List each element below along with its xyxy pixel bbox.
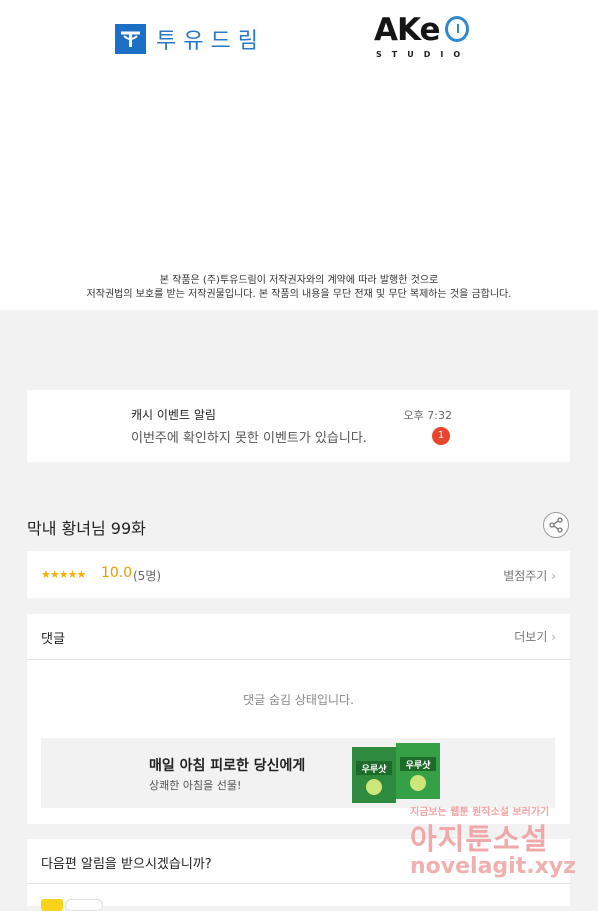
rating-stars: ★★★★★	[41, 568, 86, 581]
tudream-logo-text: 투유드림	[156, 29, 265, 54]
comments-card: 댓글 더보기 › 댓글 숨김 상태입니다. 매일 아침 피로한 당신에게 상쾌한…	[27, 614, 570, 824]
episode-title: 막내 황녀님 99화	[27, 519, 146, 538]
tudream-logo: 투유드림	[115, 23, 265, 55]
ad-title: 매일 아침 피로한 당신에게	[149, 758, 306, 774]
akeo-logo-text: AKe	[374, 12, 440, 48]
akeo-logo-o	[445, 16, 469, 42]
comments-header: 댓글	[41, 632, 65, 647]
tudream-logo-mark	[115, 24, 146, 54]
notification-message: 이번주에 확인하지 못한 이벤트가 있습니다.	[131, 431, 367, 446]
rate-button-label: 별점주기	[503, 569, 548, 583]
notification-badge: 1	[432, 427, 450, 445]
rate-button[interactable]: 별점주기 ›	[503, 567, 556, 584]
comments-hidden-message: 댓글 숨김 상태입니다.	[243, 693, 354, 707]
comments-divider	[27, 659, 570, 660]
watermark-url: novelagit.xyz	[410, 854, 576, 879]
content-footer-area: 투유드림 AKe STUDIO 본 작품은 (주)투유드림이 저작권자와의 계약…	[0, 0, 598, 310]
watermark-title: 아지툰소설	[410, 822, 549, 856]
svg-text:우루샷: 우루샷	[406, 759, 432, 771]
chevron-right-icon: ›	[551, 569, 556, 583]
ad-product-image: 우루샷 우루샷	[352, 743, 440, 803]
advertisement-banner[interactable]: 매일 아침 피로한 당신에게 상쾌한 아침을 선물! 우루샷 우루샷	[41, 738, 555, 808]
next-episode-question: 다음편 알림을 받으시겠습니까?	[41, 857, 212, 872]
chevron-right-icon: ›	[551, 630, 556, 644]
ad-subtitle: 상쾌한 아침을 선물!	[149, 779, 242, 792]
akeo-studio-logo: AKe STUDIO	[374, 12, 474, 62]
rating-count: (5명)	[133, 569, 162, 583]
rating-score: 10.0	[101, 565, 133, 581]
share-icon	[549, 517, 563, 533]
notification-toggle[interactable]	[41, 899, 103, 911]
notification-title: 캐시 이벤트 알림	[131, 408, 216, 422]
site-watermark: 지금보는 웹툰 원작소설 보러가기 아지툰소설 novelagit.xyz	[410, 803, 585, 893]
comments-more-link[interactable]: 더보기 ›	[514, 628, 556, 645]
akeo-logo-studio: STUDIO	[376, 50, 471, 59]
copyright-line-1: 본 작품은 (주)투유드림이 저작권자와의 계약에 따라 발행한 것으로	[159, 275, 439, 286]
share-button[interactable]	[543, 512, 569, 538]
rating-card: ★★★★★ 10.0 (5명) 별점주기 ›	[27, 551, 570, 598]
toggle-track	[65, 899, 103, 911]
copyright-line-2: 저작권법의 보호를 받는 저작권물입니다. 본 작품의 내용을 무단 전재 및 …	[86, 289, 512, 300]
cash-event-notification[interactable]: 캐시 이벤트 알림 이번주에 확인하지 못한 이벤트가 있습니다. 오후 7:3…	[27, 390, 570, 462]
comments-more-label: 더보기	[514, 630, 548, 644]
svg-text:우루샷: 우루샷	[362, 763, 388, 775]
notification-time: 오후 7:32	[403, 409, 452, 422]
kakao-icon	[41, 899, 63, 911]
